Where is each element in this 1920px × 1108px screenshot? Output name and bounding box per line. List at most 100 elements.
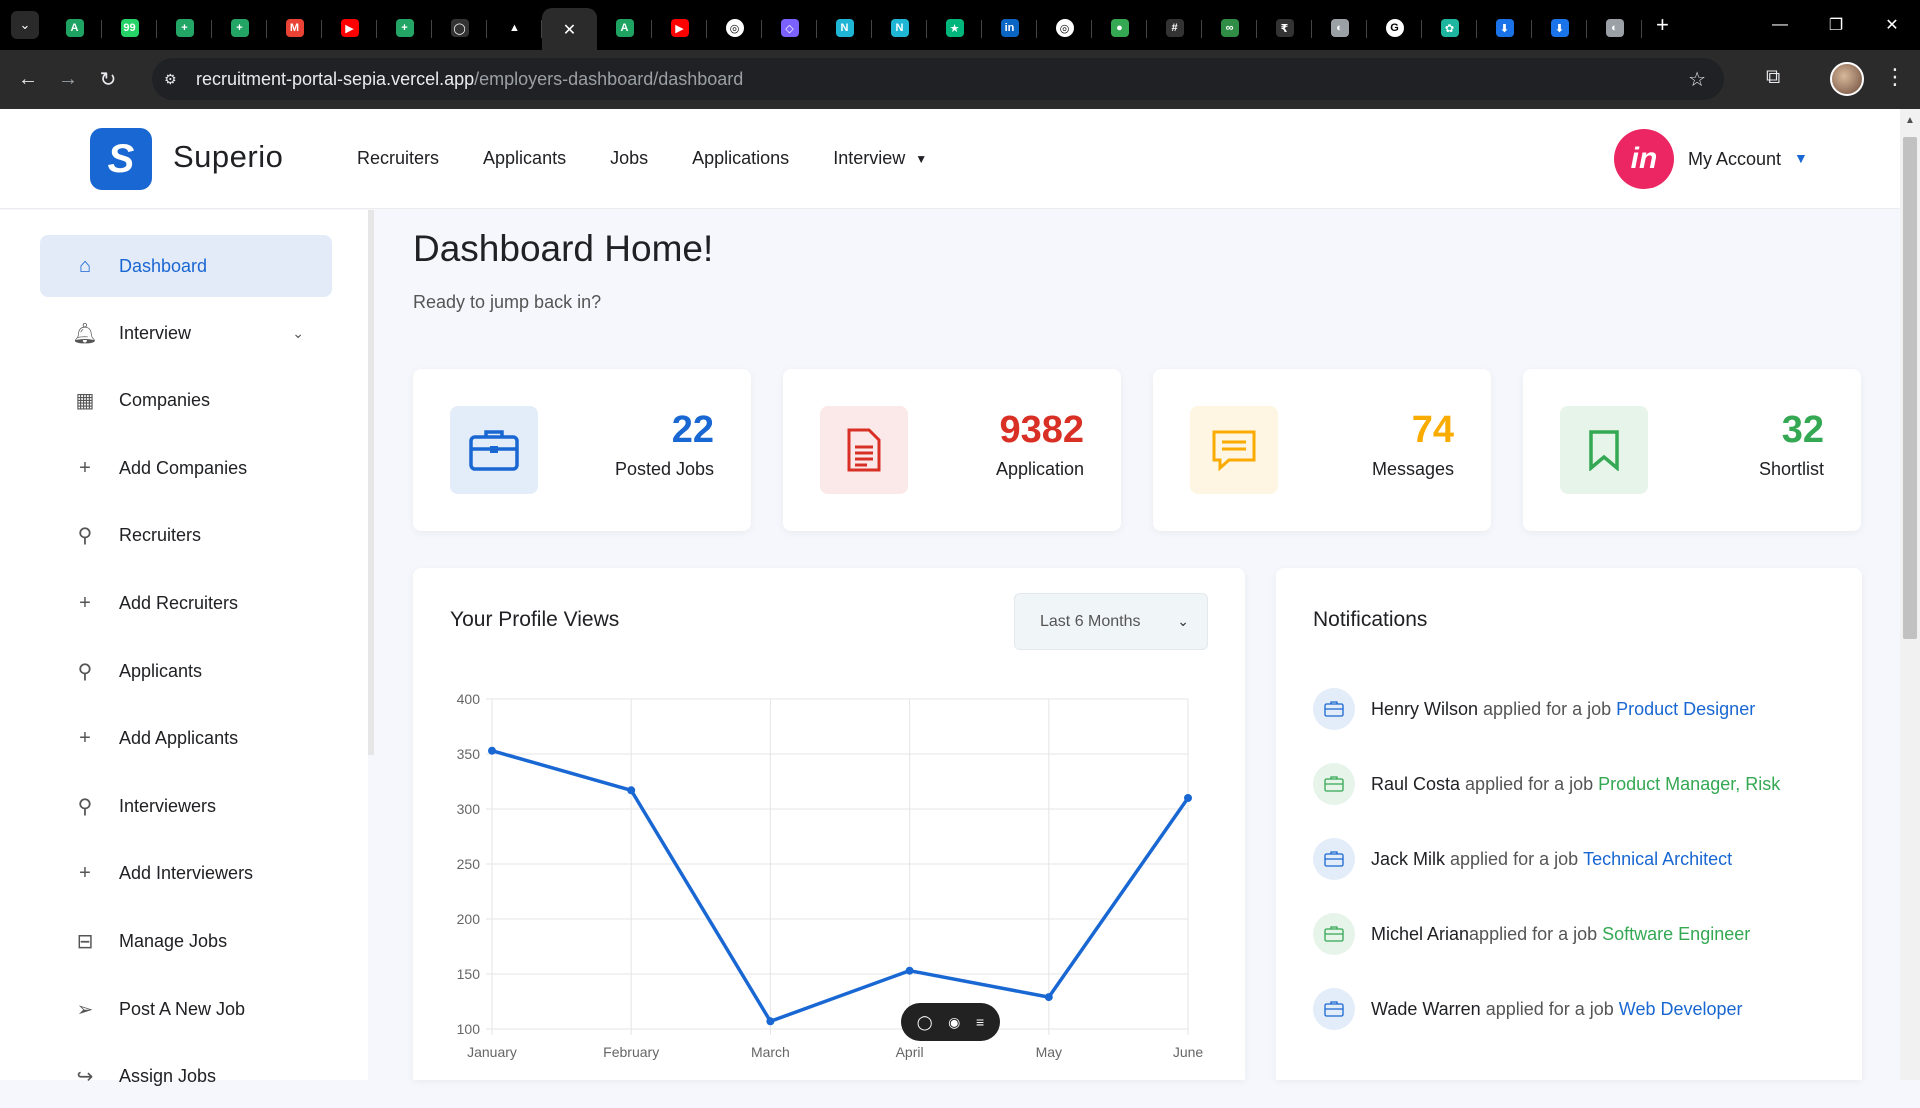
bookmark-star-icon[interactable]: ☆ [1688,67,1706,92]
sidebar-item-companies[interactable]: ▦ Companies [40,370,332,432]
user-icon: ⚲ [77,660,93,683]
page-scrollbar[interactable]: ▲ [1900,109,1920,1080]
notification-job-link[interactable]: Software Engineer [1602,924,1750,945]
browser-tab[interactable]: ▲ [487,8,542,48]
browser-tab[interactable]: N [872,8,927,48]
comment-icon[interactable]: ◯ [917,1014,933,1031]
reload-icon[interactable]: ↻ [88,67,128,92]
browser-tab[interactable]: ◎ [1037,8,1092,48]
browser-tab[interactable]: 99 [102,8,157,48]
sidebar-item-recruiters[interactable]: ⚲ Recruiters [40,505,332,567]
sidebar-item-add-interviewers[interactable]: + Add Interviewers [40,843,332,905]
brand-name[interactable]: Superio [173,139,283,175]
browser-tab[interactable]: ◇ [762,8,817,48]
sidebar-item-interview[interactable]: 🔔︎ Interview ⌄ [40,302,332,364]
superio-logo-icon[interactable]: S [90,128,152,190]
sidebar-item-add-recruiters[interactable]: + Add Recruiters [40,572,332,634]
app-header: S Superio Recruiters Applicants Jobs App… [0,109,1900,209]
nav-applications[interactable]: Applications [692,148,789,169]
back-icon[interactable]: ← [8,68,48,91]
browser-tab[interactable]: A [597,8,652,48]
menu-icon[interactable]: ≡ [976,1014,984,1030]
sidebar-item-label: Dashboard [119,255,208,276]
stat-value: 9382 [999,409,1084,451]
browser-tab[interactable]: ₹ [1257,8,1312,48]
sidebar-item-add-companies[interactable]: + Add Companies [40,437,332,499]
scrollbar-thumb[interactable] [1903,137,1917,639]
y-tick-label: 400 [457,691,481,707]
browser-tab[interactable]: in [982,8,1037,48]
browser-tab[interactable]: A [47,8,102,48]
close-window-icon[interactable]: ✕ [1864,0,1920,50]
forward-icon[interactable]: → [48,68,88,91]
restore-icon[interactable]: ❐ [1808,0,1864,50]
browser-tab[interactable]: ⬇ [1477,8,1532,48]
range-select[interactable]: Last 6 Months ⌄ [1014,593,1208,650]
notification-job-link[interactable]: Product Manager, Risk [1598,774,1780,795]
browser-tab[interactable]: ◎ [707,8,762,48]
extensions-icon[interactable]: ⧉ [1766,66,1780,89]
scroll-up-icon[interactable]: ▲ [1905,115,1915,126]
nav-applicants[interactable]: Applicants [483,148,566,169]
sidebar: ⌂ Dashboard 🔔︎ Interview ⌄ ▦ Companies + Add Com… [0,210,368,1088]
nav-interview[interactable]: Interview ▼ [833,148,927,169]
browser-tab[interactable]: + [157,8,212,48]
site-info-icon[interactable]: ⚙ [164,71,186,88]
sidebar-item-add-applicants[interactable]: + Add Applicants [40,708,332,770]
sidebar-item-label: Add Applicants [119,728,239,749]
notification-text: applied for a job [1478,698,1617,719]
eye-icon[interactable]: ◉ [948,1014,960,1031]
sidebar-item-interviewers[interactable]: ⚲ Interviewers [40,775,332,837]
browser-tab[interactable]: + [212,8,267,48]
chevron-down-icon[interactable]: ▼ [1794,150,1808,166]
sidebar-item-post-a-new-job[interactable]: ➢ Post A New Job [40,978,332,1040]
sidebar-scrollbar[interactable] [368,210,374,755]
browser-tab[interactable]: ◐ [1587,8,1642,48]
notification-job-link[interactable]: Web Developer [1619,999,1743,1020]
browser-tab[interactable]: ⬇ [1532,8,1587,48]
my-account-link[interactable]: My Account [1688,149,1781,170]
url-field[interactable]: ⚙ recruitment-portal-sepia.vercel.app/em… [152,58,1724,100]
browser-tab[interactable]: + [377,8,432,48]
browser-tab[interactable]: ▶ [322,8,377,48]
youtube-icon: ▶ [670,19,689,37]
nav-recruiters[interactable]: Recruiters [357,148,439,169]
minimize-icon[interactable]: — [1752,0,1808,50]
people-icon: ● [1110,19,1129,37]
browser-tab[interactable]: ★ [927,8,982,48]
tab-search-button[interactable]: ⌄ [11,11,39,39]
sidebar-item-dashboard[interactable]: ⌂ Dashboard [40,235,332,297]
browser-tab[interactable]: M [267,8,322,48]
browser-tab[interactable]: ◯ [432,8,487,48]
browser-tab[interactable]: ◐ [1312,8,1367,48]
browser-tab[interactable]: ∞ [1202,8,1257,48]
nav-jobs[interactable]: Jobs [610,148,648,169]
notification-item: Henry Wilson applied for a job Product D… [1313,688,1755,730]
browser-tab[interactable]: ✿ [1422,8,1477,48]
browser-tab[interactable]: ✕ [542,8,597,52]
meet-icon: M [285,19,304,37]
sidebar-item-manage-jobs[interactable]: ⊟ Manage Jobs [40,910,332,972]
chatgpt-icon: ◎ [725,19,744,37]
browser-tab[interactable]: G [1367,8,1422,48]
y-tick-label: 350 [457,746,481,762]
sidebar-item-applicants[interactable]: ⚲ Applicants [40,640,332,702]
sidebar-item-assign-jobs[interactable]: ↪ Assign Jobs [40,1046,332,1108]
browser-tab[interactable]: # [1147,8,1202,48]
data-point [905,966,914,975]
briefcase-icon [1313,763,1355,805]
n-icon: N [835,19,854,37]
browser-tab[interactable]: ● [1092,8,1147,48]
stat-card-messages: 74 Messages [1153,369,1491,531]
notification-job-link[interactable]: Product Designer [1616,699,1755,720]
browser-tab[interactable]: N [817,8,872,48]
browser-menu-icon[interactable]: ⋮ [1884,64,1906,90]
notification-job-link[interactable]: Technical Architect [1583,849,1732,870]
y-tick-label: 200 [457,911,481,927]
new-tab-button[interactable]: + [1656,12,1669,38]
profile-avatar[interactable] [1830,62,1864,96]
browser-tab[interactable]: ▶ [652,8,707,48]
vercel-icon: ▲ [505,19,524,37]
account-avatar[interactable]: in [1614,129,1674,189]
shield-icon: ◇ [780,19,799,37]
